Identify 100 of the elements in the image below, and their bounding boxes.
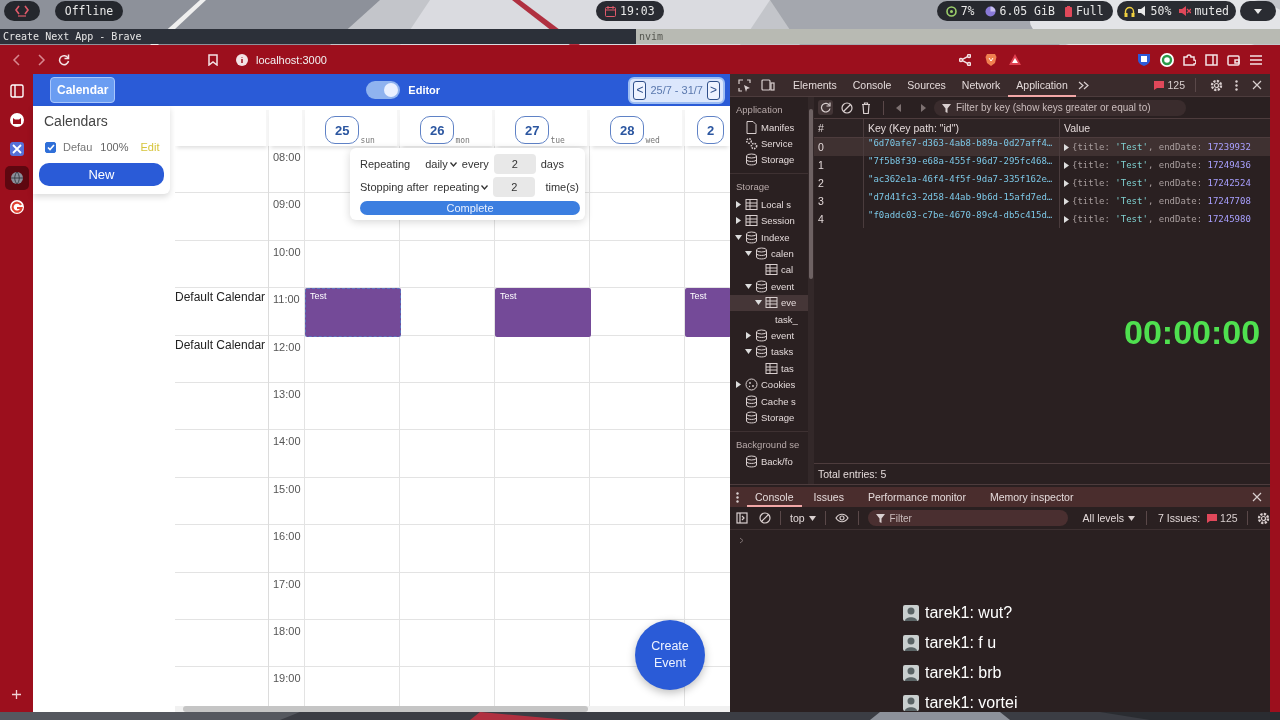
devtools-tab[interactable]: Network [953, 73, 1009, 97]
tree-item[interactable]: Cookies [730, 376, 808, 393]
tree-item[interactable]: Storage [730, 409, 808, 426]
number-field[interactable]: 2 [493, 154, 536, 174]
event-block[interactable]: Test [305, 288, 401, 337]
inspect-icon[interactable] [738, 78, 751, 92]
info-icon[interactable] [236, 53, 248, 66]
share-icon[interactable] [959, 53, 971, 66]
device-icon[interactable] [761, 79, 775, 91]
stop-mode-select[interactable]: repeating [433, 181, 489, 193]
day-number[interactable]: 25 [325, 116, 360, 144]
expand-arrow-icon[interactable] [1064, 179, 1069, 187]
back-icon[interactable] [12, 53, 22, 66]
tree-item[interactable]: Service [730, 135, 808, 152]
tree-item[interactable]: event [730, 327, 808, 344]
tree-item[interactable]: cal [730, 261, 808, 279]
more-options-icon[interactable] [1235, 79, 1238, 91]
puzzle-icon[interactable] [1183, 53, 1196, 66]
table-row[interactable]: 4 "f0addc03-c7be-4670-89c4-db5c415d… {title: 'Test', endDate: 17245980 [814, 210, 1270, 228]
plus-icon[interactable] [12, 690, 21, 699]
devtools-tab[interactable]: Sources [899, 73, 954, 97]
tree-item[interactable]: Back/fo [730, 453, 808, 471]
sidebar-app-button[interactable] [4, 166, 29, 190]
more-tabs-icon[interactable] [1077, 80, 1089, 90]
workspace-button[interactable] [4, 1, 40, 21]
drawer-tab[interactable]: Memory inspector [977, 487, 1086, 507]
forward-icon[interactable] [36, 53, 46, 66]
drawer-tab[interactable]: Console [747, 487, 802, 507]
create-event-button[interactable]: Create Event [635, 620, 705, 690]
tree-item[interactable]: tasks [730, 343, 808, 361]
tree-item[interactable]: Manifes [730, 119, 808, 136]
ring-icon[interactable] [1160, 52, 1174, 67]
shield-icon[interactable] [1138, 53, 1150, 66]
next-week-button[interactable]: > [707, 80, 720, 100]
sidebar-toggle-icon[interactable] [736, 512, 748, 524]
table-row[interactable]: 1 "7f5b8f39-e68a-455f-96d7-295fc468… {title: 'Test', endDate: 17249436 [814, 156, 1270, 174]
settings-icon[interactable] [1210, 78, 1223, 92]
address-bar[interactable]: localhost:3000 [256, 53, 327, 66]
expand-arrow-icon[interactable] [734, 200, 742, 208]
more-options-icon[interactable] [736, 491, 739, 503]
day-number[interactable]: 26 [420, 116, 455, 144]
clear-icon[interactable] [759, 512, 771, 524]
tree-item[interactable]: tas [730, 360, 808, 377]
expand-arrow-icon[interactable] [734, 217, 742, 225]
refresh-button[interactable] [818, 100, 833, 115]
drawer-tab[interactable]: Performance monitor [855, 487, 978, 507]
console-filter-field[interactable]: Filter [867, 510, 1068, 526]
key-filter-field[interactable]: Filter by key (show keys greater or equal to) [934, 99, 1186, 116]
eye-icon[interactable] [834, 513, 849, 523]
triangle-icon[interactable] [1009, 54, 1021, 65]
context-select[interactable]: top [790, 512, 816, 524]
new-calendar-button[interactable]: New [39, 163, 164, 186]
day-number[interactable]: 2 [697, 116, 725, 144]
calendar-checkbox[interactable] [45, 141, 56, 153]
bookmark-icon[interactable] [208, 53, 218, 66]
expand-arrow-icon[interactable] [744, 332, 752, 339]
frequency-select[interactable]: daily [425, 158, 457, 170]
complete-button[interactable]: Complete [360, 201, 580, 215]
table-row[interactable]: 2 "ac362e1a-46f4-4f5f-9da7-335f162e… {title: 'Test', endDate: 17242524 [814, 174, 1270, 192]
expand-arrow-icon[interactable] [1064, 161, 1069, 169]
number-field[interactable]: 2 [493, 177, 536, 197]
reload-icon[interactable] [58, 53, 70, 66]
collapse-arrow-icon[interactable] [744, 282, 752, 290]
tree-item[interactable]: event [730, 278, 808, 295]
collapse-arrow-icon[interactable] [744, 348, 752, 356]
menu-icon[interactable] [1250, 54, 1262, 65]
sidebar-icon[interactable] [1205, 53, 1218, 66]
tree-item[interactable]: task_ [730, 310, 808, 328]
expand-arrow-icon[interactable] [1064, 215, 1069, 223]
day-number[interactable]: 28 [610, 116, 645, 144]
issues-badge[interactable]: 125 [1207, 512, 1238, 524]
devtools-tab[interactable]: Console [844, 73, 900, 97]
event-block[interactable]: Test [495, 288, 591, 337]
close-icon[interactable] [1252, 80, 1262, 90]
close-icon[interactable] [1252, 492, 1262, 502]
tree-item[interactable]: Indexe [730, 228, 808, 246]
expand-arrow-icon[interactable] [734, 381, 742, 389]
scrollbar-thumb[interactable] [183, 706, 588, 712]
issues-badge[interactable]: 125 [1154, 79, 1185, 91]
table-row[interactable]: 0 "6d70afe7-d363-4ab8-b89a-0d27aff4… {title: 'Test', endDate: 17239932 [814, 138, 1270, 156]
tree-item[interactable]: calen [730, 245, 808, 262]
tree-item[interactable]: Local s [730, 196, 808, 213]
editor-toggle[interactable] [366, 81, 401, 99]
clear-icon[interactable] [841, 101, 853, 114]
tree-item[interactable]: Session [730, 212, 808, 229]
scrollbar-thumb[interactable] [809, 109, 813, 279]
devtools-tab[interactable]: Application [1008, 73, 1076, 97]
drawer-tab[interactable]: Issues [801, 487, 856, 507]
collapse-arrow-icon[interactable] [744, 250, 752, 258]
collapse-arrow-icon[interactable] [734, 233, 742, 241]
event-block[interactable]: Test [685, 288, 730, 337]
shield-icon[interactable] [985, 53, 997, 66]
settings-icon[interactable] [1256, 511, 1270, 525]
table-row[interactable]: 3 "d7d41fc3-2d58-44ab-9b6d-15afd7ed… {title: 'Test', endDate: 17247708 [814, 192, 1270, 210]
collapse-arrow-icon[interactable] [754, 299, 762, 307]
dropdown-button[interactable] [1240, 1, 1276, 21]
previous-icon[interactable] [896, 103, 902, 112]
wallet-icon[interactable] [1227, 53, 1240, 66]
delete-icon[interactable] [861, 101, 871, 114]
tree-item[interactable]: Cache s [730, 392, 808, 410]
